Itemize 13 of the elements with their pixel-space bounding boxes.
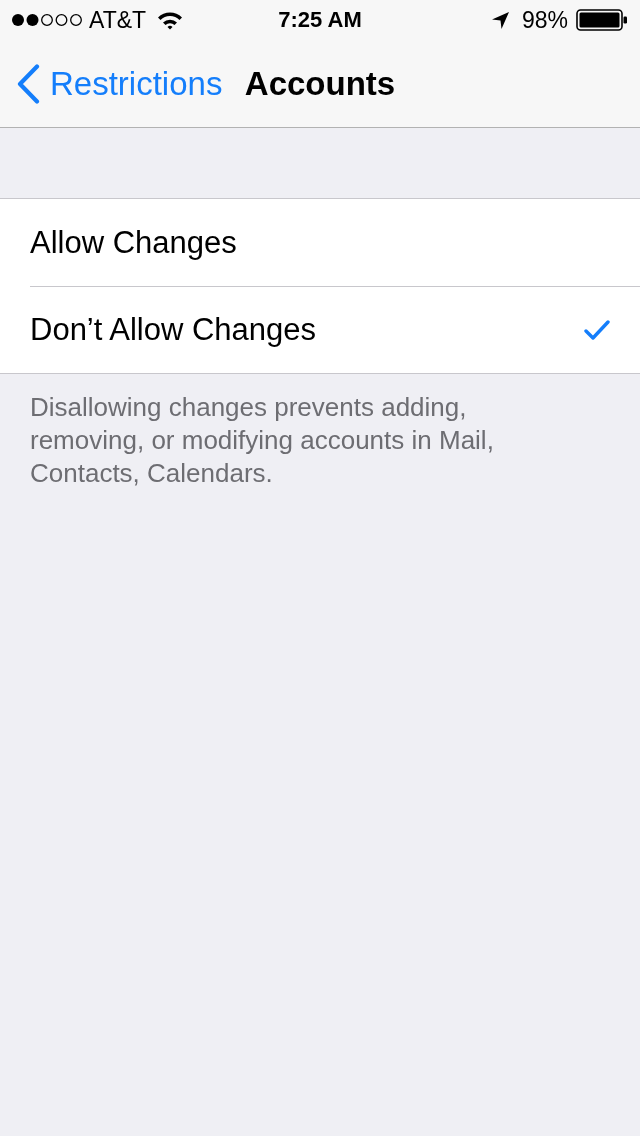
chevron-left-icon (16, 64, 40, 104)
back-button[interactable]: Restrictions (16, 62, 223, 106)
footer-note: Disallowing changes prevents adding, removing, or modifying accounts in Mail, Contacts, Calendars. (30, 391, 495, 490)
battery-icon (576, 9, 628, 31)
page-title: Accounts (244, 64, 396, 103)
battery-percentage: 98% (521, 6, 568, 34)
signal-icon (12, 13, 82, 27)
location-arrow-icon (490, 10, 510, 30)
wifi-icon (157, 10, 184, 30)
option-row[interactable]: Allow Changes (30, 199, 640, 286)
carrier-name: AT&T (89, 6, 147, 34)
status-time: 7:25 AM (278, 7, 362, 33)
option-row[interactable]: Don’t Allow Changes (30, 286, 640, 373)
